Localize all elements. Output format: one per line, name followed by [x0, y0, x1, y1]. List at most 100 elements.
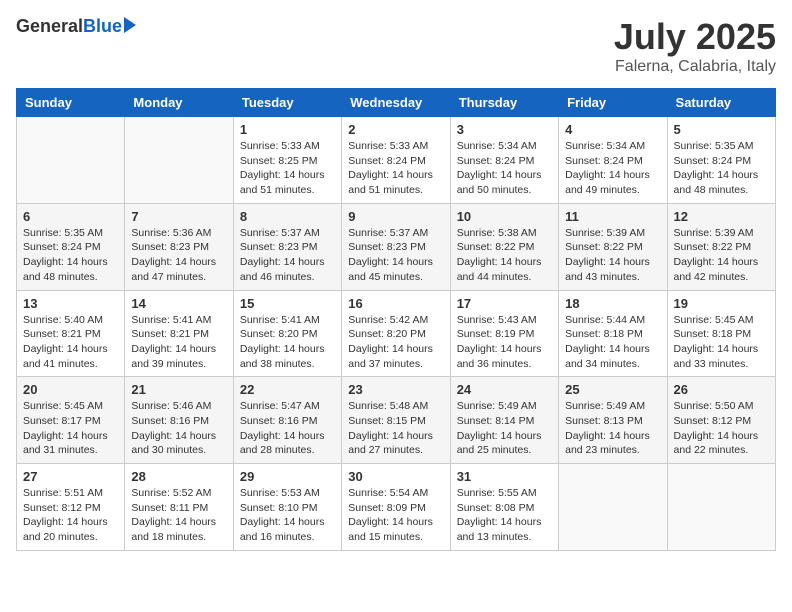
day-number: 26 [674, 382, 769, 397]
day-number: 27 [23, 469, 118, 484]
header-friday: Friday [559, 89, 667, 117]
table-row: 29 Sunrise: 5:53 AMSunset: 8:10 PMDayligh… [233, 464, 341, 551]
table-row: 2 Sunrise: 5:33 AMSunset: 8:24 PMDaylight… [342, 117, 450, 204]
table-row: 18 Sunrise: 5:44 AMSunset: 8:18 PMDayligh… [559, 290, 667, 377]
header-wednesday: Wednesday [342, 89, 450, 117]
day-number: 23 [348, 382, 443, 397]
calendar-week-row: 6 Sunrise: 5:35 AMSunset: 8:24 PMDaylight… [17, 203, 776, 290]
calendar-table: Sunday Monday Tuesday Wednesday Thursday… [16, 88, 776, 551]
table-row: 7 Sunrise: 5:36 AMSunset: 8:23 PMDaylight… [125, 203, 233, 290]
month-title: July 2025 [614, 16, 776, 58]
location-text: Falerna, Calabria, Italy [614, 58, 776, 76]
table-row [667, 464, 775, 551]
table-row: 25Sunrise: 5:49 AMSunset: 8:13 PMDayligh… [559, 377, 667, 464]
day-info: Sunrise: 5:55 AMSunset: 8:08 PMDaylight:… [457, 486, 552, 545]
day-number: 8 [240, 209, 335, 224]
day-info: Sunrise: 5:34 AMSunset: 8:24 PMDaylight:… [457, 139, 552, 198]
table-row: 17 Sunrise: 5:43 AMSunset: 8:19 PMDayligh… [450, 290, 558, 377]
day-info: Sunrise: 5:45 AMSunset: 8:17 PMDaylight:… [23, 399, 118, 458]
day-info: Sunrise: 5:37 AMSunset: 8:23 PMDaylight:… [240, 226, 335, 285]
day-number: 28 [131, 469, 226, 484]
day-info: Sunrise: 5:41 AMSunset: 8:21 PMDaylight:… [131, 313, 226, 372]
day-info: Sunrise: 5:45 AMSunset: 8:18 PMDaylight:… [674, 313, 769, 372]
day-info: Sunrise: 5:37 AMSunset: 8:23 PMDaylight:… [348, 226, 443, 285]
day-info: Sunrise: 5:33 AMSunset: 8:24 PMDaylight:… [348, 139, 443, 198]
day-info: Sunrise: 5:53 AMSunset: 8:10 PMDaylight:… [240, 486, 335, 545]
day-number: 2 [348, 122, 443, 137]
calendar-header-row: Sunday Monday Tuesday Wednesday Thursday… [17, 89, 776, 117]
calendar-week-row: 1Sunrise: 5:33 AMSunset: 8:25 PMDaylight… [17, 117, 776, 204]
logo: General Blue [16, 16, 136, 37]
day-number: 22 [240, 382, 335, 397]
day-number: 21 [131, 382, 226, 397]
header-saturday: Saturday [667, 89, 775, 117]
day-info: Sunrise: 5:44 AMSunset: 8:18 PMDaylight:… [565, 313, 660, 372]
table-row: 31 Sunrise: 5:55 AMSunset: 8:08 PMDayligh… [450, 464, 558, 551]
table-row [125, 117, 233, 204]
day-info: Sunrise: 5:46 AMSunset: 8:16 PMDaylight:… [131, 399, 226, 458]
day-number: 30 [348, 469, 443, 484]
table-row: 28Sunrise: 5:52 AMSunset: 8:11 PMDayligh… [125, 464, 233, 551]
day-number: 13 [23, 296, 118, 311]
day-number: 4 [565, 122, 660, 137]
table-row: 21 Sunrise: 5:46 AMSunset: 8:16 PMDayligh… [125, 377, 233, 464]
table-row: 8 Sunrise: 5:37 AMSunset: 8:23 PMDaylight… [233, 203, 341, 290]
day-number: 19 [674, 296, 769, 311]
table-row: 24Sunrise: 5:49 AMSunset: 8:14 PMDayligh… [450, 377, 558, 464]
table-row [17, 117, 125, 204]
table-row: 20 Sunrise: 5:45 AMSunset: 8:17 PMDayligh… [17, 377, 125, 464]
day-info: Sunrise: 5:51 AMSunset: 8:12 PMDaylight:… [23, 486, 118, 545]
day-info: Sunrise: 5:43 AMSunset: 8:19 PMDaylight:… [457, 313, 552, 372]
day-number: 17 [457, 296, 552, 311]
table-row: 4 Sunrise: 5:34 AMSunset: 8:24 PMDaylight… [559, 117, 667, 204]
header-tuesday: Tuesday [233, 89, 341, 117]
day-info: Sunrise: 5:47 AMSunset: 8:16 PMDaylight:… [240, 399, 335, 458]
calendar-week-row: 20 Sunrise: 5:45 AMSunset: 8:17 PMDayligh… [17, 377, 776, 464]
day-info: Sunrise: 5:39 AMSunset: 8:22 PMDaylight:… [565, 226, 660, 285]
day-number: 5 [674, 122, 769, 137]
day-number: 31 [457, 469, 552, 484]
table-row: 22 Sunrise: 5:47 AMSunset: 8:16 PMDayligh… [233, 377, 341, 464]
day-info: Sunrise: 5:49 AMSunset: 8:13 PMDaylight:… [565, 399, 660, 458]
table-row: 23 Sunrise: 5:48 AMSunset: 8:15 PMDayligh… [342, 377, 450, 464]
day-number: 7 [131, 209, 226, 224]
day-number: 16 [348, 296, 443, 311]
logo-general-text: General [16, 16, 83, 37]
table-row: 1Sunrise: 5:33 AMSunset: 8:25 PMDaylight… [233, 117, 341, 204]
table-row: 12Sunrise: 5:39 AMSunset: 8:22 PMDayligh… [667, 203, 775, 290]
table-row: 13Sunrise: 5:40 AMSunset: 8:21 PMDayligh… [17, 290, 125, 377]
calendar-week-row: 13Sunrise: 5:40 AMSunset: 8:21 PMDayligh… [17, 290, 776, 377]
logo-arrow-icon [124, 17, 136, 33]
day-number: 14 [131, 296, 226, 311]
day-number: 20 [23, 382, 118, 397]
day-number: 1 [240, 122, 335, 137]
table-row: 10Sunrise: 5:38 AMSunset: 8:22 PMDayligh… [450, 203, 558, 290]
table-row: 5Sunrise: 5:35 AMSunset: 8:24 PMDaylight… [667, 117, 775, 204]
header-sunday: Sunday [17, 89, 125, 117]
day-number: 11 [565, 209, 660, 224]
day-number: 18 [565, 296, 660, 311]
day-info: Sunrise: 5:39 AMSunset: 8:22 PMDaylight:… [674, 226, 769, 285]
day-info: Sunrise: 5:35 AMSunset: 8:24 PMDaylight:… [23, 226, 118, 285]
page-header: General Blue July 2025 Falerna, Calabria… [16, 16, 776, 76]
table-row: 11 Sunrise: 5:39 AMSunset: 8:22 PMDayligh… [559, 203, 667, 290]
day-info: Sunrise: 5:34 AMSunset: 8:24 PMDaylight:… [565, 139, 660, 198]
header-monday: Monday [125, 89, 233, 117]
logo-blue-text: Blue [83, 16, 122, 37]
day-number: 15 [240, 296, 335, 311]
day-info: Sunrise: 5:36 AMSunset: 8:23 PMDaylight:… [131, 226, 226, 285]
day-number: 6 [23, 209, 118, 224]
day-number: 24 [457, 382, 552, 397]
table-row: 14 Sunrise: 5:41 AMSunset: 8:21 PMDayligh… [125, 290, 233, 377]
table-row: 3Sunrise: 5:34 AMSunset: 8:24 PMDaylight… [450, 117, 558, 204]
day-number: 29 [240, 469, 335, 484]
day-info: Sunrise: 5:38 AMSunset: 8:22 PMDaylight:… [457, 226, 552, 285]
day-info: Sunrise: 5:48 AMSunset: 8:15 PMDaylight:… [348, 399, 443, 458]
header-thursday: Thursday [450, 89, 558, 117]
table-row: 15 Sunrise: 5:41 AMSunset: 8:20 PMDayligh… [233, 290, 341, 377]
day-info: Sunrise: 5:50 AMSunset: 8:12 PMDaylight:… [674, 399, 769, 458]
table-row: 16Sunrise: 5:42 AMSunset: 8:20 PMDayligh… [342, 290, 450, 377]
table-row [559, 464, 667, 551]
day-info: Sunrise: 5:54 AMSunset: 8:09 PMDaylight:… [348, 486, 443, 545]
day-info: Sunrise: 5:41 AMSunset: 8:20 PMDaylight:… [240, 313, 335, 372]
